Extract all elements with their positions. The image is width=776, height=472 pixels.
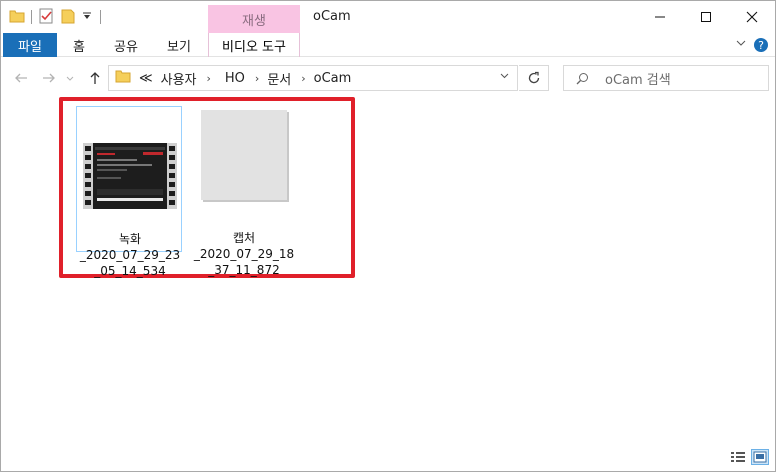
explorer-window: 재생 oCam 파일 홈 공유 보기 비디오 도구 ? ≪ 사용자 › HO ›…	[0, 0, 776, 472]
arrow-left-icon	[15, 73, 27, 83]
title-bar: 재생 oCam	[1, 1, 775, 33]
chevron-down-icon	[736, 40, 746, 46]
minimize-button[interactable]	[637, 1, 683, 33]
video-thumbnail	[83, 143, 177, 209]
folder-icon[interactable]	[9, 8, 25, 27]
large-icons-view-icon	[753, 451, 767, 463]
breadcrumb-documents[interactable]: 문서	[267, 69, 291, 88]
help-button[interactable]: ?	[753, 37, 769, 53]
tab-file[interactable]: 파일	[3, 33, 57, 57]
file-name: 캡처 _2020_07_29_18 _37_11_872	[193, 231, 295, 277]
arrow-right-icon	[43, 73, 55, 83]
search-box[interactable]: oCam 검색	[563, 65, 769, 91]
close-button[interactable]	[729, 1, 775, 33]
address-bar[interactable]: ≪ 사용자 › HO › 문서 › oCam	[108, 65, 518, 91]
details-view-icon	[731, 452, 745, 462]
svg-text:?: ?	[758, 39, 764, 52]
recent-locations-button[interactable]	[63, 67, 77, 89]
divider	[31, 10, 32, 24]
minimize-icon	[655, 16, 665, 18]
help-icon: ?	[754, 38, 768, 52]
tab-share[interactable]: 공유	[114, 33, 138, 57]
breadcrumb-ho[interactable]: HO	[225, 71, 245, 86]
context-tab-play: 재생	[208, 5, 300, 33]
properties-icon[interactable]	[38, 8, 54, 27]
chevron-down-icon	[66, 76, 74, 81]
tab-video-tools[interactable]: 비디오 도구	[208, 33, 300, 57]
image-thumbnail	[201, 110, 289, 202]
details-view-button[interactable]	[729, 449, 747, 465]
window-title: oCam	[313, 9, 351, 24]
expand-ribbon-button[interactable]	[735, 37, 747, 49]
refresh-icon	[528, 71, 539, 84]
chevron-right-icon[interactable]: ›	[301, 72, 305, 85]
arrow-up-icon	[90, 72, 100, 84]
refresh-button[interactable]	[519, 65, 549, 91]
tab-view[interactable]: 보기	[167, 33, 191, 57]
chevron-right-icon[interactable]: ›	[207, 72, 211, 85]
breadcrumb-overflow[interactable]: ≪	[139, 71, 153, 86]
maximize-icon	[701, 12, 711, 22]
search-placeholder: oCam 검색	[605, 72, 671, 88]
file-item-image[interactable]: 캡처 _2020_07_29_18 _37_11_872	[191, 106, 297, 277]
search-icon	[576, 72, 588, 84]
forward-button[interactable]	[39, 67, 59, 89]
large-icons-view-button[interactable]	[751, 449, 769, 465]
chevron-right-icon[interactable]: ›	[255, 72, 259, 85]
up-button[interactable]	[85, 67, 105, 89]
back-button[interactable]	[11, 67, 31, 89]
customize-dropdown-icon[interactable]	[82, 11, 92, 24]
divider	[100, 10, 101, 24]
file-item-video[interactable]: 녹화 _2020_07_29_23 _05_14_534	[76, 106, 182, 278]
breadcrumb-ocam[interactable]: oCam	[314, 71, 352, 86]
new-folder-icon[interactable]	[60, 8, 76, 27]
view-switcher	[725, 449, 769, 465]
address-dropdown-icon[interactable]	[500, 71, 509, 83]
quick-access-toolbar	[9, 7, 107, 27]
close-icon	[746, 11, 758, 23]
tab-home[interactable]: 홈	[73, 33, 85, 57]
navigation-bar: ≪ 사용자 › HO › 문서 › oCam oCam 검색	[1, 61, 775, 95]
ribbon-tabs: 파일 홈 공유 보기 비디오 도구 ?	[1, 33, 775, 57]
maximize-button[interactable]	[683, 1, 729, 33]
breadcrumb-users[interactable]: 사용자	[161, 69, 197, 88]
file-name: 녹화 _2020_07_29_23 _05_14_534	[79, 232, 181, 278]
folder-icon	[115, 69, 131, 87]
